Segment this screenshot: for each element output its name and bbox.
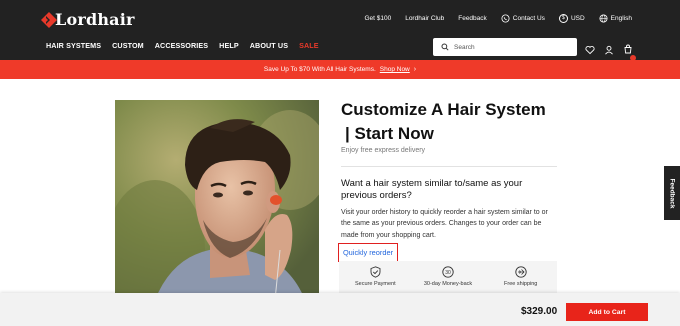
cart-icon xyxy=(624,44,632,54)
svg-text:30: 30 xyxy=(445,270,451,276)
model-photo xyxy=(115,100,319,300)
site-header: Lordhair Get $100 Lordhair Club Feedback… xyxy=(0,0,680,61)
top-link-label: Get $100 xyxy=(364,15,392,22)
main-nav: HAIR SYSTEMS CUSTOM ACCESSORIES HELP ABO… xyxy=(46,41,319,50)
top-link-get-100[interactable]: Get $100 xyxy=(364,15,391,22)
cart-button[interactable] xyxy=(623,41,636,61)
add-to-cart-button[interactable]: Add to Cart xyxy=(566,303,648,321)
nav-item-hair-systems[interactable]: HAIR SYSTEMS xyxy=(46,41,101,50)
feedback-tab-label: Feedback xyxy=(668,178,676,208)
top-link-contact[interactable]: Contact Us xyxy=(501,14,545,23)
feature-label: Free shipping xyxy=(504,281,538,287)
feature-label: 30-day Money-back xyxy=(423,281,473,287)
feature-free-shipping: Free shipping xyxy=(484,261,557,293)
similar-order-description: Visit your order history to quickly reor… xyxy=(341,209,548,239)
top-links: Get $100 Lordhair Club Feedback Contact … xyxy=(364,14,632,23)
header-icons xyxy=(585,41,636,61)
top-link-feedback[interactable]: Feedback xyxy=(458,15,487,22)
promo-banner: Save Up To $70 With All Hair Systems. Sh… xyxy=(0,60,680,79)
search-box xyxy=(433,38,577,56)
logo-mark-icon xyxy=(41,11,57,28)
product-title-line2: | Start Now xyxy=(345,124,434,143)
top-link-label: Lordhair Club xyxy=(405,15,445,22)
similar-order-heading: Want a hair system similar to/same as yo… xyxy=(341,178,523,201)
quickly-reorder-link[interactable]: Quickly reorder xyxy=(343,248,393,257)
top-link-club[interactable]: Lordhair Club xyxy=(405,15,444,22)
currency-label: USD xyxy=(570,15,585,22)
brand-logo[interactable]: Lordhair xyxy=(40,10,135,29)
currency-selector[interactable]: $ USD xyxy=(558,14,585,23)
language-label: English xyxy=(610,15,632,22)
whatsapp-icon xyxy=(501,14,510,23)
globe-icon xyxy=(599,14,608,23)
shop-now-link[interactable]: Shop Now xyxy=(380,66,410,73)
money-back-30-icon: 30 xyxy=(442,266,454,278)
product-subtitle: Enjoy free express delivery xyxy=(341,147,426,154)
divider xyxy=(341,166,557,167)
feedback-tab[interactable]: Feedback xyxy=(664,166,680,220)
search-icon[interactable] xyxy=(441,43,449,51)
nav-item-accessories[interactable]: ACCESSORIES xyxy=(155,41,208,50)
feature-secure-payment: Secure Payment xyxy=(339,261,412,293)
heart-icon[interactable] xyxy=(585,45,595,55)
airplane-icon xyxy=(515,266,527,278)
quickly-reorder-box: Quickly reorder xyxy=(338,243,398,262)
product-title: Customize A Hair System xyxy=(341,100,546,119)
nav-item-sale[interactable]: SALE xyxy=(299,41,319,50)
feature-money-back: 30 30-day Money-back xyxy=(412,261,485,293)
shield-check-icon xyxy=(370,266,381,278)
product-price: $329.00 xyxy=(521,306,558,317)
language-selector[interactable]: English xyxy=(599,14,632,23)
top-link-label: Contact Us xyxy=(512,15,545,22)
promo-text: Save Up To $70 With All Hair Systems. xyxy=(263,66,376,73)
search-input[interactable] xyxy=(454,43,564,51)
product-image xyxy=(115,100,319,300)
nav-item-about-us[interactable]: ABOUT US xyxy=(250,41,288,50)
feature-strip: Secure Payment 30 30-day Money-back Free… xyxy=(339,261,557,293)
top-link-label: Feedback xyxy=(458,15,487,22)
nav-item-custom[interactable]: CUSTOM xyxy=(112,41,144,50)
dollar-icon: $ xyxy=(558,14,568,23)
nav-item-help[interactable]: HELP xyxy=(219,41,239,50)
feature-label: Secure Payment xyxy=(355,281,396,287)
brand-name: Lordhair xyxy=(55,10,135,29)
user-icon[interactable] xyxy=(604,45,614,55)
chevron-right-icon: › xyxy=(413,66,417,73)
